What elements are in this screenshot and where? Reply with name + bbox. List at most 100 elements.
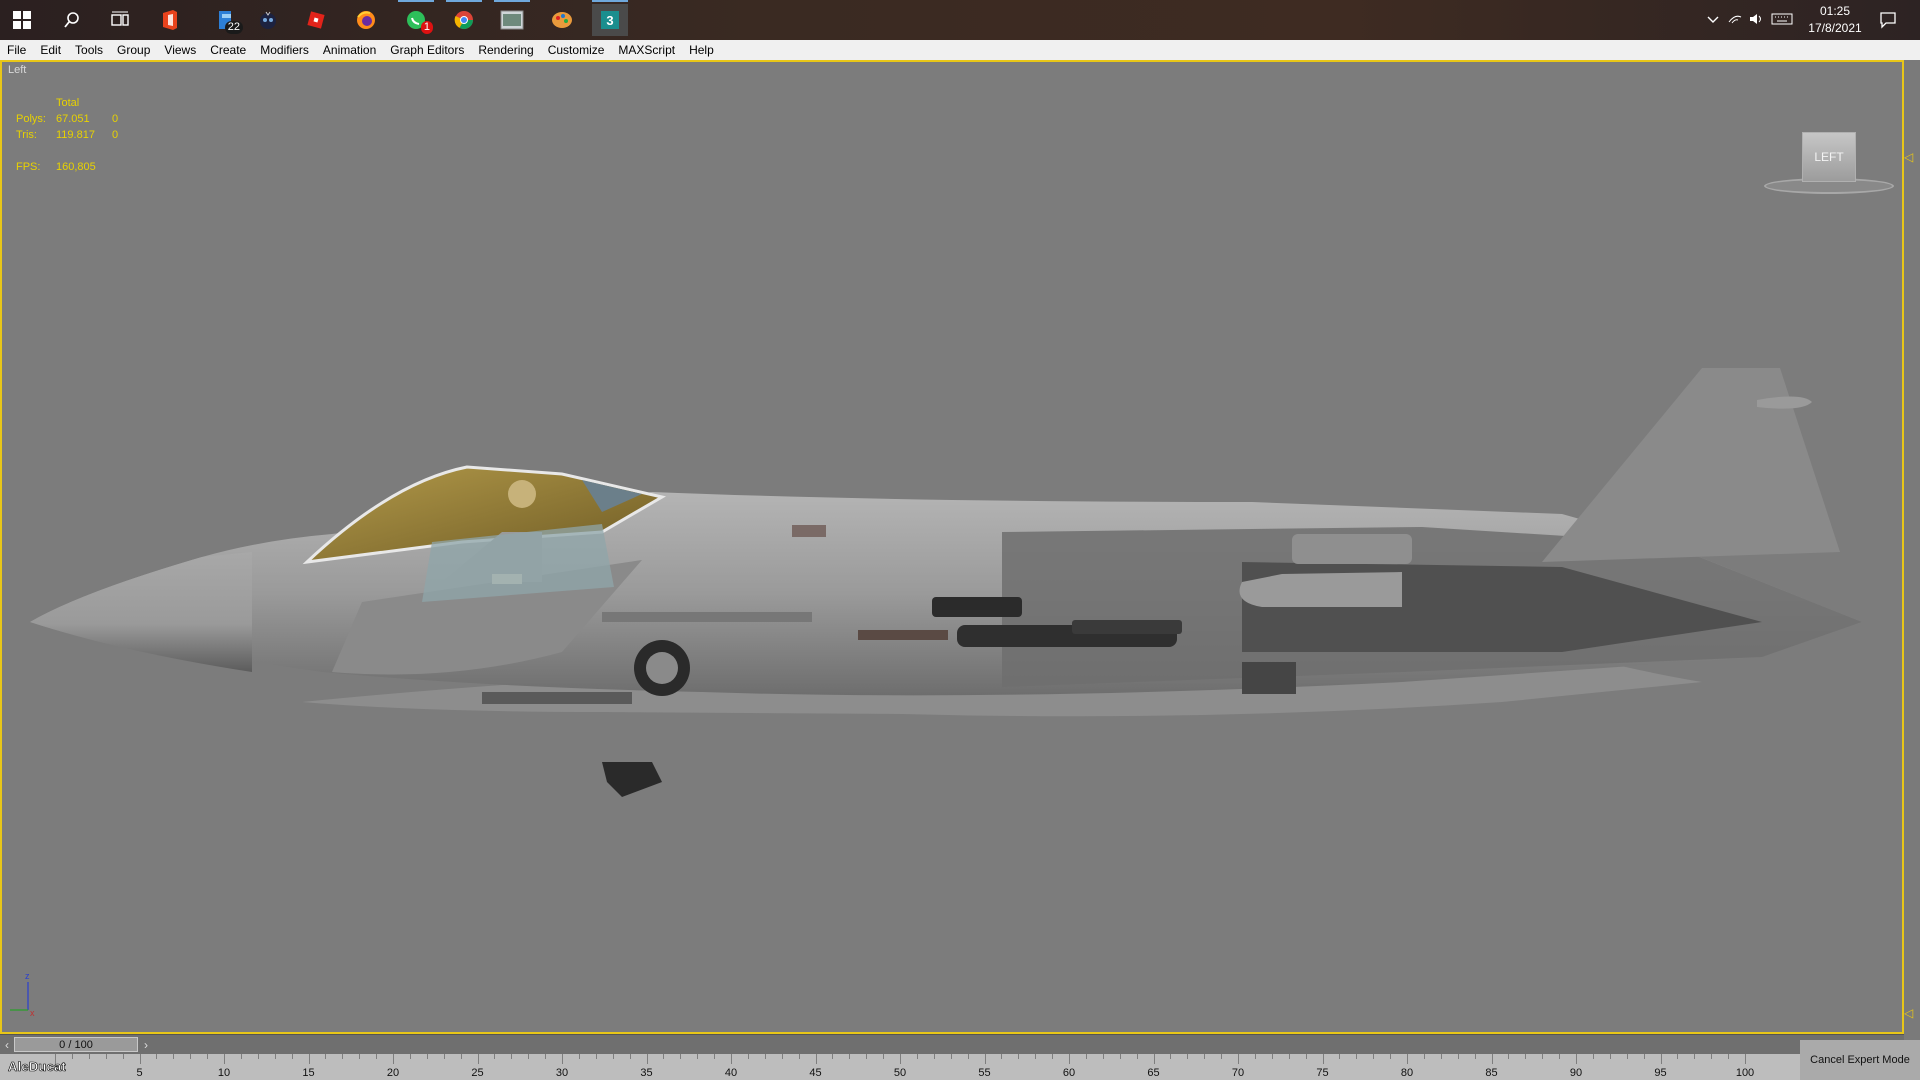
menu-animation[interactable]: Animation: [316, 40, 383, 60]
trackbar-tick: [1423, 1054, 1425, 1059]
trackbar-tick: [1119, 1054, 1121, 1059]
trackbar-tick: [190, 1054, 192, 1059]
trackbar-tick: [1576, 1054, 1577, 1064]
trackbar-tick: [1102, 1054, 1104, 1059]
trackbar-tick: [1694, 1054, 1696, 1059]
menu-maxscript[interactable]: MAXScript: [611, 40, 682, 60]
trackbar-tick-label: 95: [1654, 1067, 1667, 1079]
trackbar-tick: [629, 1054, 631, 1059]
trackbar-tick: [105, 1054, 107, 1059]
cancel-expert-mode-button[interactable]: Cancel Expert Mode: [1800, 1040, 1920, 1080]
trackbar-tick: [1204, 1054, 1206, 1059]
menu-rendering[interactable]: Rendering: [471, 40, 540, 60]
trackbar-tick: [1626, 1054, 1628, 1059]
trackbar-tick: [1373, 1054, 1375, 1059]
fighter-jet-model[interactable]: [2, 62, 1902, 1032]
trackbar-tick: [900, 1054, 901, 1064]
trackbar-tick: [1440, 1054, 1442, 1059]
trackbar-tick: [308, 1054, 310, 1064]
trackbar-tick: [393, 1054, 394, 1064]
clock-time: 01:25: [1819, 4, 1851, 18]
left-viewport[interactable]: Left Total Polys: 67.051 0 Tris: 119.817 0 F…: [0, 60, 1913, 1034]
active-indicator: [494, 0, 530, 2]
time-slider-thumb[interactable]: 0 / 100: [14, 1037, 138, 1052]
trackbar-tick: [562, 1054, 563, 1064]
active-indicator: [398, 0, 434, 2]
office-icon[interactable]: [152, 4, 188, 36]
trackbar-tick: [1187, 1054, 1189, 1059]
axis-x-label: x: [30, 1008, 35, 1018]
menu-group[interactable]: Group: [110, 40, 157, 60]
whatsapp-icon[interactable]: 1: [398, 4, 434, 36]
trackbar-tick: [1085, 1054, 1087, 1059]
trackbar-tick: [1221, 1054, 1223, 1059]
chrome-icon[interactable]: [446, 4, 482, 36]
trackbar-tick: [1035, 1054, 1037, 1059]
trackbar-tick: [747, 1054, 749, 1059]
windows-start-icon[interactable]: [4, 4, 40, 36]
trackbar-tick: [1677, 1054, 1679, 1059]
search-icon[interactable]: [54, 4, 90, 36]
roblox-icon[interactable]: [298, 4, 334, 36]
trackbar-tick: [1018, 1054, 1020, 1059]
viewport-edge-marker: ◁: [1904, 150, 1914, 164]
trackbar-tick-label: 40: [724, 1067, 738, 1079]
trackbar-tick-label: 15: [302, 1067, 315, 1079]
trackbar-tick: [477, 1054, 479, 1064]
trackbar-tick-label: 45: [809, 1067, 822, 1079]
3dsmax-icon[interactable]: 3: [592, 4, 628, 36]
trackbar-tick: [849, 1054, 851, 1059]
trackbar-tick-label: 25: [471, 1067, 484, 1079]
menu-views[interactable]: Views: [157, 40, 203, 60]
trackbar[interactable]: 5 10 15 20 25 30 35 40 45 50 55 60 65 70 75 80 85 90 95 100: [0, 1054, 1800, 1080]
paint-app-icon[interactable]: [544, 4, 580, 36]
menu-customize[interactable]: Customize: [541, 40, 612, 60]
trackbar-tick: [224, 1054, 225, 1064]
windows-taskbar: 22 1 3 01:25 17/8/2021: [0, 0, 1920, 40]
trackbar-tick: [1745, 1054, 1746, 1064]
menu-edit[interactable]: Edit: [33, 40, 68, 60]
taskbar-clock[interactable]: 01:25 17/8/2021: [1797, 3, 1873, 37]
task-view-icon[interactable]: [102, 4, 138, 36]
trackbar-tick: [1305, 1054, 1307, 1059]
trackbar-tick: [1407, 1054, 1408, 1064]
clock-date: 17/8/2021: [1808, 21, 1862, 35]
time-slider-prev-arrow[interactable]: ‹: [1, 1038, 13, 1052]
trackbar-tick-label: 100: [1735, 1067, 1755, 1079]
trackbar-tick: [832, 1054, 834, 1059]
time-slider[interactable]: ‹ 0 / 100 ›: [0, 1034, 1904, 1055]
notification-center-icon[interactable]: [1870, 4, 1906, 36]
trackbar-tick: [578, 1054, 580, 1059]
trackbar-tick: [1542, 1054, 1544, 1059]
image-viewer-icon[interactable]: [494, 4, 530, 36]
trackbar-tick: [1559, 1054, 1561, 1059]
menu-file[interactable]: File: [0, 40, 33, 60]
trackbar-tick-label: 50: [893, 1067, 907, 1079]
app-mascot-icon[interactable]: [250, 4, 286, 36]
chevron-up-icon[interactable]: [1702, 13, 1724, 27]
trackbar-tick-label: 90: [1569, 1067, 1583, 1079]
trackbar-tick-label: 75: [1316, 1067, 1329, 1079]
time-slider-next-arrow[interactable]: ›: [140, 1038, 152, 1052]
trackbar-tick: [291, 1054, 293, 1059]
menu-help[interactable]: Help: [682, 40, 721, 60]
wifi-icon[interactable]: [1724, 13, 1746, 28]
file-explorer-icon[interactable]: 22: [208, 4, 244, 36]
trackbar-tick: [764, 1054, 766, 1059]
firefox-icon[interactable]: [348, 4, 384, 36]
trackbar-tick: [1339, 1054, 1341, 1059]
trackbar-tick: [663, 1054, 665, 1059]
menu-modifiers[interactable]: Modifiers: [253, 40, 316, 60]
menu-create[interactable]: Create: [203, 40, 253, 60]
trackbar-tick: [122, 1054, 124, 1059]
trackbar-tick: [342, 1054, 344, 1059]
keyboard-icon[interactable]: [1768, 13, 1796, 28]
trackbar-tick: [460, 1054, 462, 1059]
trackbar-tick-label: 35: [640, 1067, 653, 1079]
volume-icon[interactable]: [1746, 13, 1768, 28]
menu-tools[interactable]: Tools: [68, 40, 110, 60]
menu-graph-editors[interactable]: Graph Editors: [383, 40, 471, 60]
trackbar-tick: [646, 1054, 648, 1064]
trackbar-tick: [967, 1054, 969, 1059]
main-menu-bar: File Edit Tools Group Views Create Modif…: [0, 40, 1920, 60]
